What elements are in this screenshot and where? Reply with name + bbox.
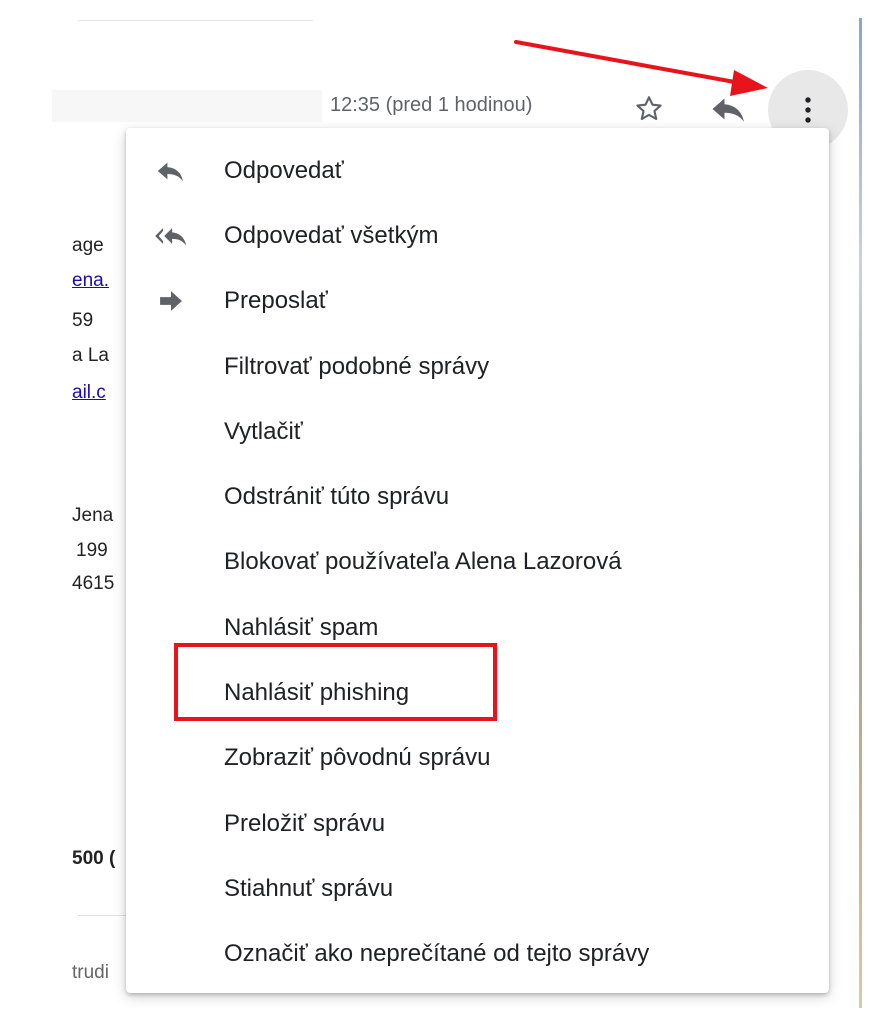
reply-all-icon: [154, 221, 188, 251]
right-edge-strip: [859, 18, 862, 1008]
menu-item-download[interactable]: Stiahnuť správu: [126, 856, 829, 921]
annotation-arrow: [514, 40, 768, 96]
menu-item-show-original[interactable]: Zobraziť pôvodnú správu: [126, 726, 829, 791]
bg-fragment: age: [72, 235, 104, 256]
bg-link-fragment[interactable]: ail.c: [72, 382, 106, 404]
annotation-highlight-box: [174, 643, 497, 721]
menu-item-block-sender[interactable]: Blokovať používateľa Alena Lazorová: [126, 530, 829, 595]
menu-item-label: Označiť ako neprečítané od tejto správy: [224, 940, 650, 968]
bg-fragment: 199: [76, 540, 108, 561]
menu-item-label: Preložiť správu: [224, 809, 386, 837]
message-options-menu: Odpovedať Odpovedať všetkým Preposlať Fi…: [126, 128, 829, 993]
menu-item-label: Filtrovať podobné správy: [224, 352, 490, 380]
menu-item-label: Odpovedať: [224, 156, 344, 184]
menu-item-forward[interactable]: Preposlať: [126, 269, 829, 334]
menu-item-filter-similar[interactable]: Filtrovať podobné správy: [126, 334, 829, 399]
menu-item-reply-all[interactable]: Odpovedať všetkým: [126, 203, 829, 268]
bg-link-fragment[interactable]: ena.: [72, 270, 109, 292]
menu-item-reply[interactable]: Odpovedať: [126, 138, 829, 203]
menu-item-label: Stiahnuť správu: [224, 874, 394, 902]
menu-item-delete-message[interactable]: Odstrániť túto správu: [126, 464, 829, 529]
bg-fragment: 59: [72, 310, 94, 331]
menu-item-label: Zobraziť pôvodnú správu: [224, 744, 491, 772]
menu-item-label: Odpovedať všetkým: [224, 221, 439, 249]
menu-item-print[interactable]: Vytlačiť: [126, 399, 829, 464]
menu-item-mark-unread[interactable]: Označiť ako neprečítané od tejto správy: [126, 922, 829, 987]
reply-icon: [154, 156, 188, 186]
forward-icon: [154, 286, 188, 316]
menu-item-label: Blokovať používateľa Alena Lazorová: [224, 548, 622, 576]
menu-item-label: Odstrániť túto správu: [224, 483, 450, 511]
bg-fragment: Jena: [72, 505, 114, 526]
menu-item-label: Preposlať: [224, 287, 328, 315]
bg-fragment: 500 (: [72, 848, 116, 869]
menu-item-label: Nahlásiť spam: [224, 613, 379, 641]
menu-item-label: Vytlačiť: [224, 417, 303, 445]
menu-item-translate[interactable]: Preložiť správu: [126, 791, 829, 856]
bg-fragment: trudi: [72, 962, 109, 983]
bg-fragment: a La: [72, 345, 109, 366]
bg-fragment: 4615: [72, 573, 115, 594]
